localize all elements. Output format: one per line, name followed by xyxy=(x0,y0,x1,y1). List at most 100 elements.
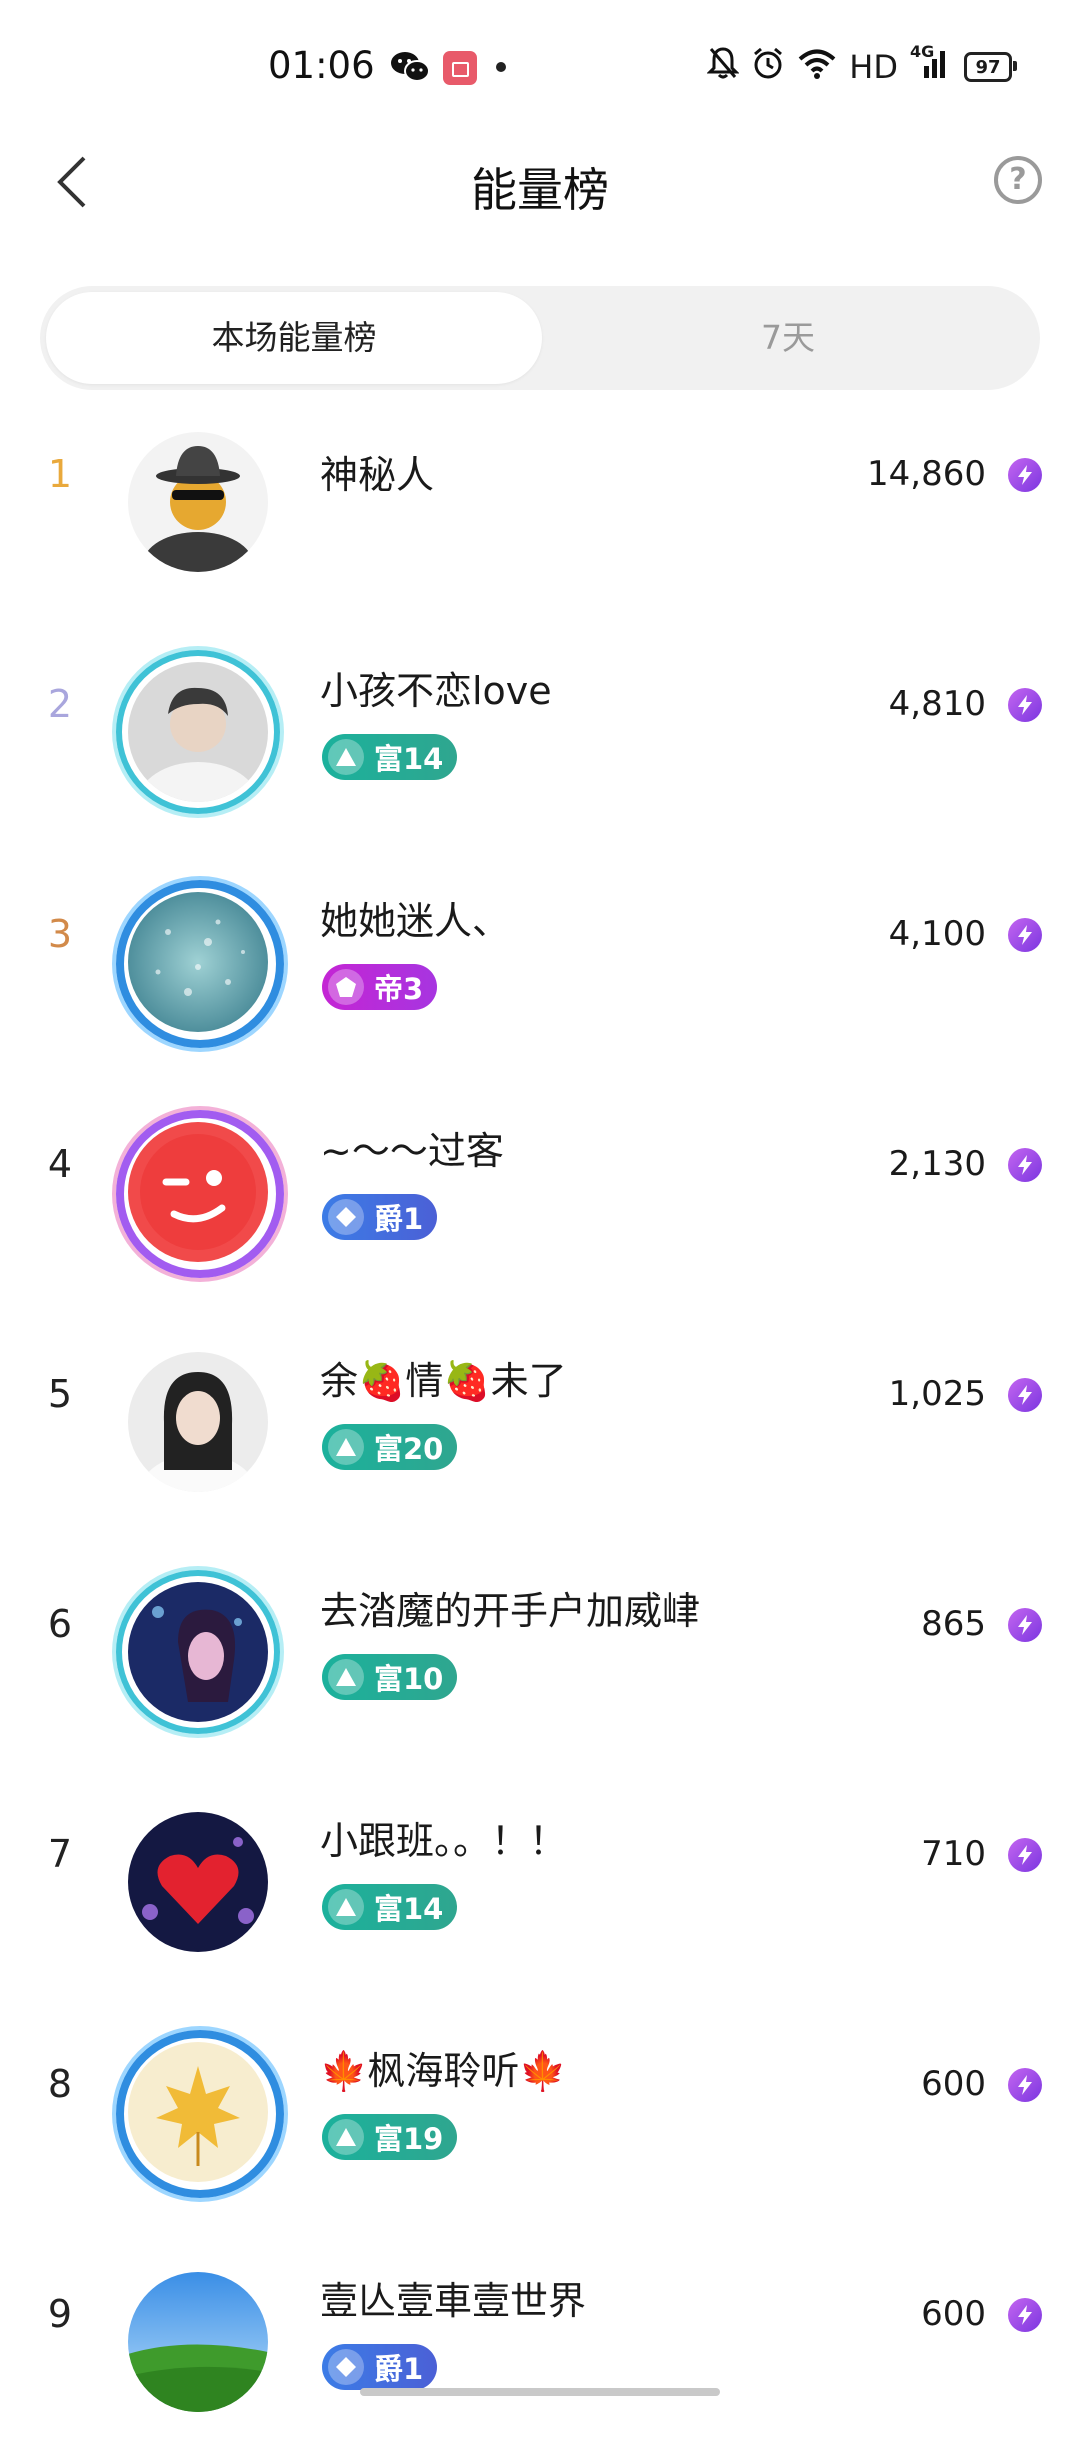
avatar[interactable] xyxy=(116,1570,280,1734)
rank-number: 1 xyxy=(47,452,73,496)
ranking-row[interactable]: 4 ~〜〜过客爵1 2,130 xyxy=(0,1080,1080,1310)
rank-number: 9 xyxy=(47,2292,73,2336)
mute-bell-icon xyxy=(706,46,740,88)
energy-score: 4,100 xyxy=(888,914,986,954)
energy-score: 865 xyxy=(921,1604,986,1644)
level-badge: 富14 xyxy=(322,1884,458,1930)
home-indicator xyxy=(360,2388,720,2396)
heart-avatar-image xyxy=(128,1812,268,1952)
photo-woman-avatar-image xyxy=(128,1352,268,1492)
cell-signal-icon: 4G xyxy=(910,42,952,88)
level-badge: 富14 xyxy=(322,734,458,780)
avatar-frame xyxy=(116,1570,280,1734)
level-badge-text: 富10 xyxy=(374,1662,444,1696)
user-name: 🍁枫海聆听🍁 xyxy=(320,2049,567,2093)
lightning-energy-icon xyxy=(1008,918,1042,952)
level-badge-icon xyxy=(328,1659,364,1695)
rank-number: 4 xyxy=(47,1142,73,1186)
avatar[interactable] xyxy=(116,1110,284,1278)
level-badge-icon xyxy=(328,969,364,1005)
tab-bar: 本场能量榜 7天 xyxy=(40,286,1040,390)
lightning-energy-icon xyxy=(1008,2298,1042,2332)
level-badge-text: 富20 xyxy=(374,1432,444,1466)
wifi-icon xyxy=(797,47,837,87)
green-field-avatar-image xyxy=(128,2272,268,2412)
lightning-energy-icon xyxy=(1008,688,1042,722)
level-badge: 富10 xyxy=(322,1654,458,1700)
rank-number: 3 xyxy=(47,912,73,956)
level-badge-icon xyxy=(328,1429,364,1465)
tab-current-session[interactable]: 本场能量榜 xyxy=(46,292,542,384)
ranking-row[interactable]: 3 她她迷人、帝3 4,100 xyxy=(0,850,1080,1080)
status-bar: 01:06 HD 4G 97 xyxy=(0,0,1080,130)
notification-dot-icon xyxy=(496,62,506,72)
hd-label: HD xyxy=(849,48,898,86)
level-badge-icon xyxy=(328,1199,364,1235)
rank-number: 2 xyxy=(47,682,73,726)
avatar[interactable] xyxy=(116,650,280,814)
level-badge: 富20 xyxy=(322,1424,458,1470)
avatar[interactable] xyxy=(118,1342,278,1502)
level-badge-text: 爵1 xyxy=(374,2352,424,2386)
level-badge-text: 富14 xyxy=(374,1892,444,1926)
lightning-energy-icon xyxy=(1008,1148,1042,1182)
level-badge: 爵1 xyxy=(322,2344,438,2390)
user-name: 去涾魔的开手户加威峍 xyxy=(320,1589,701,1633)
avatar-frame xyxy=(116,880,284,1048)
level-badge: 帝3 xyxy=(322,964,438,1010)
energy-score: 4,810 xyxy=(888,684,986,724)
rank-number: 5 xyxy=(47,1372,73,1416)
user-name: 余🍓情🍓未了 xyxy=(320,1359,567,1403)
lightning-energy-icon xyxy=(1008,1838,1042,1872)
avatar[interactable] xyxy=(118,422,278,582)
avatar[interactable] xyxy=(118,2262,278,2422)
user-name: 壹亾壹車壹世界 xyxy=(320,2279,587,2323)
avatar[interactable] xyxy=(116,880,284,1048)
ranking-row[interactable]: 7 小跟班。。！！ 富14 710 xyxy=(0,1770,1080,2000)
battery-icon: 97 xyxy=(964,52,1017,82)
screen-record-icon xyxy=(443,51,477,85)
ranking-row[interactable]: 9 壹亾壹車壹世界爵1 600 xyxy=(0,2230,1080,2460)
energy-score: 600 xyxy=(921,2064,986,2104)
user-name: 神秘人 xyxy=(320,453,435,497)
tab-7-days[interactable]: 7天 xyxy=(540,292,1036,384)
page-title: 能量榜 xyxy=(471,163,609,217)
lightning-energy-icon xyxy=(1008,1378,1042,1412)
alarm-icon xyxy=(751,46,785,88)
header: 能量榜 ? xyxy=(0,130,1080,240)
rank-number: 7 xyxy=(47,1832,73,1876)
level-badge: 爵1 xyxy=(322,1194,438,1240)
status-time: 01:06 xyxy=(268,44,375,87)
level-badge-text: 富14 xyxy=(374,742,444,776)
battery-level: 97 xyxy=(975,56,1001,78)
ranking-row[interactable]: 6 去涾魔的开手户加威峍富10 865 xyxy=(0,1540,1080,1770)
avatar[interactable] xyxy=(116,2030,284,2198)
rank-number: 6 xyxy=(47,1602,73,1646)
user-name: ~〜〜过客 xyxy=(320,1129,504,1173)
level-badge-text: 富19 xyxy=(374,2122,444,2156)
ranking-row[interactable]: 8 🍁枫海聆听🍁 富19 600 xyxy=(0,2000,1080,2230)
energy-score: 710 xyxy=(921,1834,986,1874)
rank-number: 8 xyxy=(47,2062,73,2106)
ranking-row[interactable]: 5 余🍓情🍓未了 富20 1,025 xyxy=(0,1310,1080,1540)
energy-score: 14,860 xyxy=(867,454,986,494)
lightning-energy-icon xyxy=(1008,458,1042,492)
status-right: HD 4G 97 xyxy=(706,42,1017,88)
level-badge-text: 爵1 xyxy=(374,1202,424,1236)
level-badge-icon xyxy=(328,1889,364,1925)
user-name: 小孩不恋love xyxy=(320,669,552,713)
ranking-row[interactable]: 2 小孩不恋love 富14 4,810 xyxy=(0,620,1080,850)
user-name: 她她迷人、 xyxy=(320,899,511,943)
level-badge-icon xyxy=(328,2119,364,2155)
avatar[interactable] xyxy=(118,1802,278,1962)
wechat-icon xyxy=(390,50,430,88)
cell-signal-label: 4G xyxy=(910,42,935,61)
energy-score: 600 xyxy=(921,2294,986,2334)
level-badge-icon xyxy=(328,739,364,775)
help-button[interactable]: ? xyxy=(994,156,1042,204)
energy-score: 2,130 xyxy=(888,1144,986,1184)
user-name: 小跟班。。！！ xyxy=(320,1819,568,1863)
ranking-row[interactable]: 1 神秘人 14,860 xyxy=(0,390,1080,620)
avatar-frame xyxy=(116,1110,284,1278)
lightning-energy-icon xyxy=(1008,2068,1042,2102)
